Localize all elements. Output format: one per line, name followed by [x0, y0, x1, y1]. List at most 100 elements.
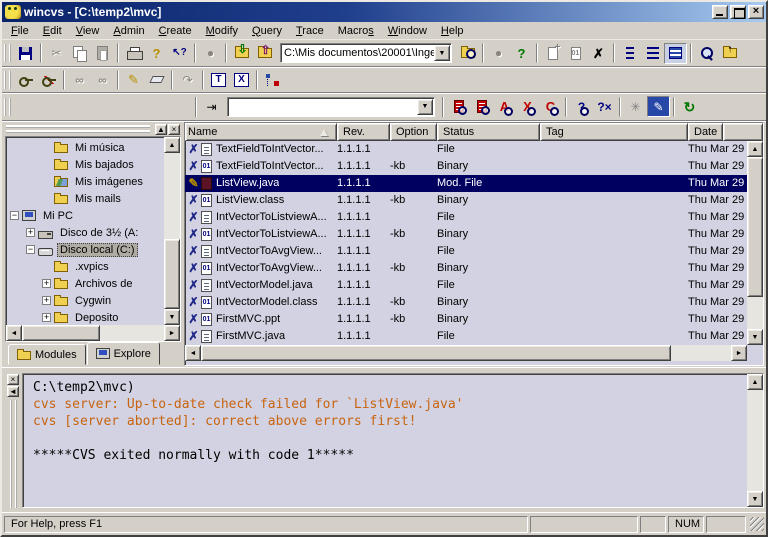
filter-unknown-button[interactable]: ?	[570, 96, 593, 117]
paste-button[interactable]	[91, 43, 114, 64]
tree-item[interactable]: Mi música	[6, 139, 164, 156]
expand-toggle-icon[interactable]	[10, 211, 19, 220]
minimize-button[interactable]	[712, 5, 728, 19]
browser-tab[interactable]: Explore	[87, 342, 160, 365]
scroll-up-icon[interactable]: ▲	[164, 137, 180, 153]
toolbar-gripper[interactable]	[4, 98, 11, 116]
filter-ignored-button[interactable]: ?×	[593, 96, 616, 117]
tree-item[interactable]: Mis bajados	[6, 156, 164, 173]
expand-toggle-icon[interactable]	[42, 313, 51, 322]
panel-gripper-ridges[interactable]	[6, 125, 150, 133]
delete-files-button[interactable]: ✗	[587, 43, 610, 64]
browser-tab[interactable]: Modules	[8, 344, 86, 365]
tree-item[interactable]: Mis mails	[6, 190, 164, 207]
FirstMVC.ppt[interactable]: FirstMVC.ppt 1.1.1.1 -kb Binary Thu Mar …	[185, 311, 747, 328]
tree-item[interactable]: Cygwin	[6, 292, 164, 309]
TextFieldToIntVector...[interactable]: TextFieldToIntVector... 1.1.1.1 File Thu…	[185, 141, 747, 158]
tree-item[interactable]: Archivos de	[6, 275, 164, 292]
filter-added-button[interactable]: A	[493, 96, 516, 117]
ListView.class[interactable]: ListView.class 1.1.1.1 -kb Binary Thu Ma…	[185, 192, 747, 209]
scroll-down-icon[interactable]: ▼	[747, 491, 763, 507]
tree-item[interactable]: Mi PC	[6, 207, 164, 224]
menu-item[interactable]: View	[69, 23, 107, 39]
tree-item[interactable]: Mis imágenes	[6, 173, 164, 190]
flat-mode-button[interactable]: ✎	[647, 96, 670, 117]
menu-item[interactable]: Trace	[289, 23, 331, 39]
toolbar-gripper[interactable]	[4, 71, 11, 89]
column-header[interactable]: Status	[437, 123, 540, 141]
filter-conflict-button[interactable]: C	[539, 96, 562, 117]
expand-toggle-icon[interactable]	[26, 228, 35, 237]
watch-on-button[interactable]: ∞	[68, 69, 91, 90]
IntVectorToAvgView...[interactable]: IntVectorToAvgView... 1.1.1.1 -kb Binary…	[185, 260, 747, 277]
reset-filter-button[interactable]: ✳	[624, 96, 647, 117]
menu-item[interactable]: Window	[381, 23, 434, 39]
release-module-button[interactable]: ↷	[176, 69, 199, 90]
list-vertical-scrollbar[interactable]: ▲ ▼	[747, 141, 763, 345]
expand-toggle-icon[interactable]	[42, 279, 51, 288]
menu-item[interactable]: Query	[245, 23, 289, 39]
panel-collapse-button[interactable]: ▲	[155, 124, 167, 135]
IntVectorToListviewA...[interactable]: IntVectorToListviewA... 1.1.1.1 File Thu…	[185, 209, 747, 226]
scroll-right-icon[interactable]: ►	[164, 325, 180, 341]
graph-button[interactable]	[261, 69, 284, 90]
panel-gripper[interactable]: ▲ ×	[4, 122, 182, 136]
IntVectorModel.class[interactable]: IntVectorModel.class 1.1.1.1 -kb Binary …	[185, 294, 747, 311]
scrollbar-thumb[interactable]	[164, 239, 180, 309]
column-header[interactable]: Rev.	[337, 123, 390, 141]
filter-removed-button[interactable]: X	[516, 96, 539, 117]
menu-item[interactable]: Macros	[331, 23, 381, 39]
column-header[interactable]: Option	[390, 123, 437, 141]
tree-item[interactable]: Disco de 3½ (A:	[6, 224, 164, 241]
shell-macros-button[interactable]: X	[230, 69, 253, 90]
about-help-button[interactable]: ?	[145, 43, 168, 64]
tcl-macros-button[interactable]: T	[207, 69, 230, 90]
view-list-button[interactable]	[641, 43, 664, 64]
scrollbar-thumb[interactable]	[22, 325, 100, 341]
column-header[interactable]: Date	[688, 123, 723, 141]
path-combobox[interactable]: C:\Mis documentos\20001\Ingenieria ▼	[280, 43, 452, 63]
tree-horizontal-scrollbar[interactable]: ◄ ►	[6, 325, 180, 341]
column-header[interactable]: Name	[185, 123, 337, 141]
menu-item[interactable]: Help	[434, 23, 471, 39]
lock-files-button[interactable]	[14, 69, 37, 90]
maximize-button[interactable]	[730, 5, 746, 19]
close-button[interactable]: ×	[748, 5, 764, 19]
menu-item[interactable]: Create	[152, 23, 199, 39]
context-help-button[interactable]: ↖?	[168, 43, 191, 64]
scroll-up-icon[interactable]: ▲	[747, 141, 763, 157]
stop-command-button[interactable]: ●	[199, 43, 222, 64]
view-icons-button[interactable]	[618, 43, 641, 64]
unedit-file-button[interactable]	[145, 69, 168, 90]
IntVectorModel.java[interactable]: IntVectorModel.java 1.1.1.1 File Thu Mar…	[185, 277, 747, 294]
path-combobox-dropdown[interactable]: ▼	[434, 45, 450, 61]
tree-item[interactable]: Deposito	[6, 309, 164, 325]
scroll-right-icon[interactable]: ►	[731, 345, 747, 361]
resize-grip[interactable]	[750, 517, 764, 531]
scroll-down-icon[interactable]: ▼	[164, 309, 180, 325]
IntVectorToAvgView...[interactable]: IntVectorToAvgView... 1.1.1.1 File Thu M…	[185, 243, 747, 260]
checkout-module-button[interactable]	[230, 43, 253, 64]
panel-close-button[interactable]: ×	[168, 124, 180, 135]
console-gripper[interactable]	[10, 400, 17, 508]
menu-item[interactable]: Admin	[106, 23, 151, 39]
add-files-button[interactable]	[541, 43, 564, 64]
scroll-left-icon[interactable]: ◄	[185, 345, 201, 361]
browse-location-button[interactable]	[456, 43, 479, 64]
console-vertical-scrollbar[interactable]: ▲ ▼	[747, 374, 763, 507]
tree-item[interactable]: .xvpics	[6, 258, 164, 275]
console-dock-button[interactable]: ◄	[7, 386, 19, 397]
TextFieldToIntVector...[interactable]: TextFieldToIntVector... 1.1.1.1 -kb Bina…	[185, 158, 747, 175]
up-one-level-button[interactable]	[718, 43, 741, 64]
view-report-button[interactable]	[664, 43, 687, 64]
tree-item[interactable]: Disco local (C:)	[6, 241, 164, 258]
menu-item[interactable]: Modify	[199, 23, 245, 39]
filter-modified-button[interactable]	[470, 96, 493, 117]
filter-arrow-button[interactable]: ⇥	[200, 96, 223, 117]
filter-committable-button[interactable]	[447, 96, 470, 117]
refresh-view-button[interactable]: ↻	[678, 96, 701, 117]
column-header[interactable]: Tag	[540, 123, 688, 141]
ListView.java[interactable]: ListView.java 1.1.1.1 Mod. File Thu Mar …	[185, 175, 747, 192]
list-horizontal-scrollbar[interactable]: ◄ ►	[185, 345, 747, 361]
unlock-files-button[interactable]	[37, 69, 60, 90]
